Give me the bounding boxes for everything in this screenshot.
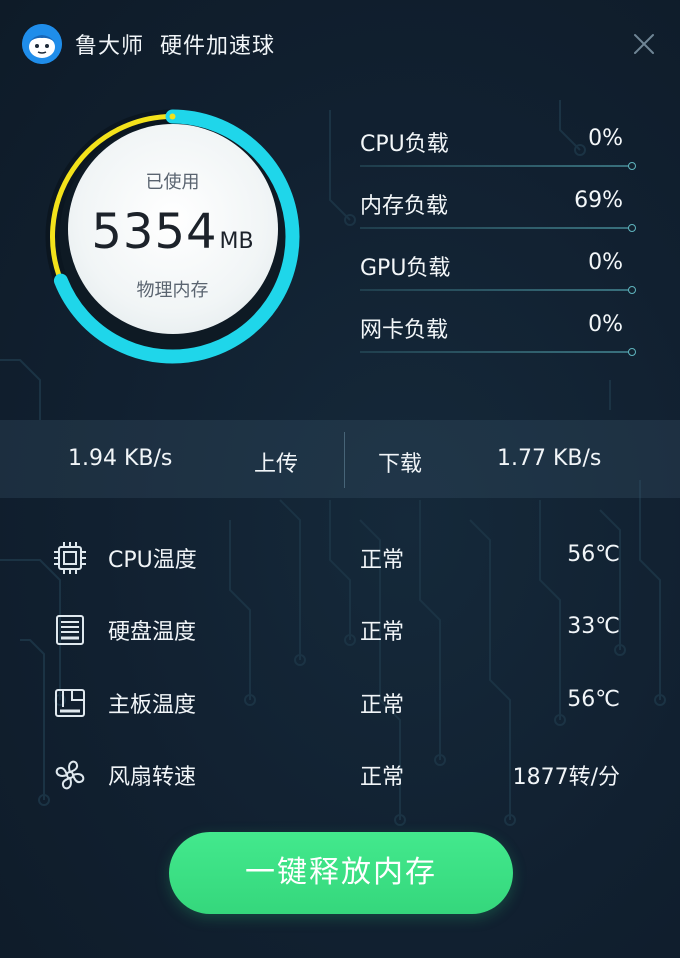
window-title: 鲁大师 硬件加速球 — [75, 28, 275, 60]
load-label: GPU负载 — [360, 256, 451, 281]
load-track-dot — [628, 286, 636, 294]
temp-status: 正常 — [360, 620, 405, 645]
temp-value: 1877转/分 — [512, 765, 620, 790]
upload-label: 上传 — [254, 452, 299, 477]
app-title: 硬件加速球 — [160, 34, 276, 59]
temp-value: 56℃ — [567, 542, 620, 567]
load-track — [360, 165, 632, 167]
close-icon — [634, 34, 654, 54]
fan-icon — [55, 760, 85, 790]
physical-memory-label: 物理内存 — [136, 280, 209, 301]
download-speed: 1.77 KB/s — [497, 446, 602, 471]
load-row-gpu: GPU负载 0% — [360, 250, 636, 294]
ludashi-logo-icon — [22, 24, 62, 64]
temp-label: CPU温度 — [108, 548, 197, 573]
temp-label: 风扇转速 — [108, 765, 197, 790]
temp-label: 主板温度 — [108, 693, 197, 718]
network-divider — [344, 432, 345, 488]
download-label: 下载 — [378, 452, 423, 477]
app-name: 鲁大师 — [75, 34, 145, 59]
load-track-dot — [628, 224, 636, 232]
title-bar: 鲁大师 硬件加速球 — [0, 0, 680, 86]
load-track-dot — [628, 348, 636, 356]
temp-value: 33℃ — [567, 614, 620, 639]
cpu-chip-icon — [54, 542, 86, 574]
load-value: 0% — [588, 126, 623, 151]
upload-speed: 1.94 KB/s — [68, 446, 173, 471]
hard-disk-icon — [56, 615, 84, 645]
load-label: 内存负载 — [360, 194, 449, 219]
load-row-network: 网卡负载 0% — [360, 312, 636, 356]
temp-row-motherboard: 主板温度 正常 56℃ — [52, 683, 632, 723]
load-track-dot — [628, 162, 636, 170]
load-row-memory: 内存负载 69% — [360, 188, 636, 232]
temp-status: 正常 — [360, 693, 405, 718]
load-track — [360, 227, 632, 229]
load-value: 0% — [588, 250, 623, 275]
temp-label: 硬盘温度 — [108, 620, 197, 645]
close-button[interactable] — [628, 28, 660, 60]
memory-used-value: 5354MB — [40, 204, 305, 260]
load-label: 网卡负载 — [360, 318, 449, 343]
temp-row-disk: 硬盘温度 正常 33℃ — [52, 610, 632, 650]
memory-value-number: 5354 — [91, 204, 218, 260]
load-value: 0% — [588, 312, 623, 337]
load-value: 69% — [574, 188, 623, 213]
load-track — [360, 289, 632, 291]
temp-row-cpu: CPU温度 正常 56℃ — [52, 538, 632, 578]
temp-status: 正常 — [360, 765, 405, 790]
release-memory-button[interactable]: 一键释放内存 — [169, 832, 513, 914]
load-track — [360, 351, 632, 353]
temp-status: 正常 — [360, 548, 405, 573]
motherboard-icon — [55, 689, 85, 717]
temp-value: 56℃ — [567, 687, 620, 712]
memory-used-label: 已使用 — [145, 172, 200, 193]
temp-row-fan: 风扇转速 正常 1877转/分 — [52, 755, 632, 795]
memory-value-unit: MB — [219, 229, 254, 254]
load-row-cpu: CPU负载 0% — [360, 126, 636, 170]
accelerator-ball-window: 鲁大师 硬件加速球 已使用 5354MB 物理内存 CPU负载 0% 内存负载 6… — [0, 0, 680, 958]
ring-end-dot — [169, 113, 176, 120]
load-label: CPU负载 — [360, 132, 449, 157]
